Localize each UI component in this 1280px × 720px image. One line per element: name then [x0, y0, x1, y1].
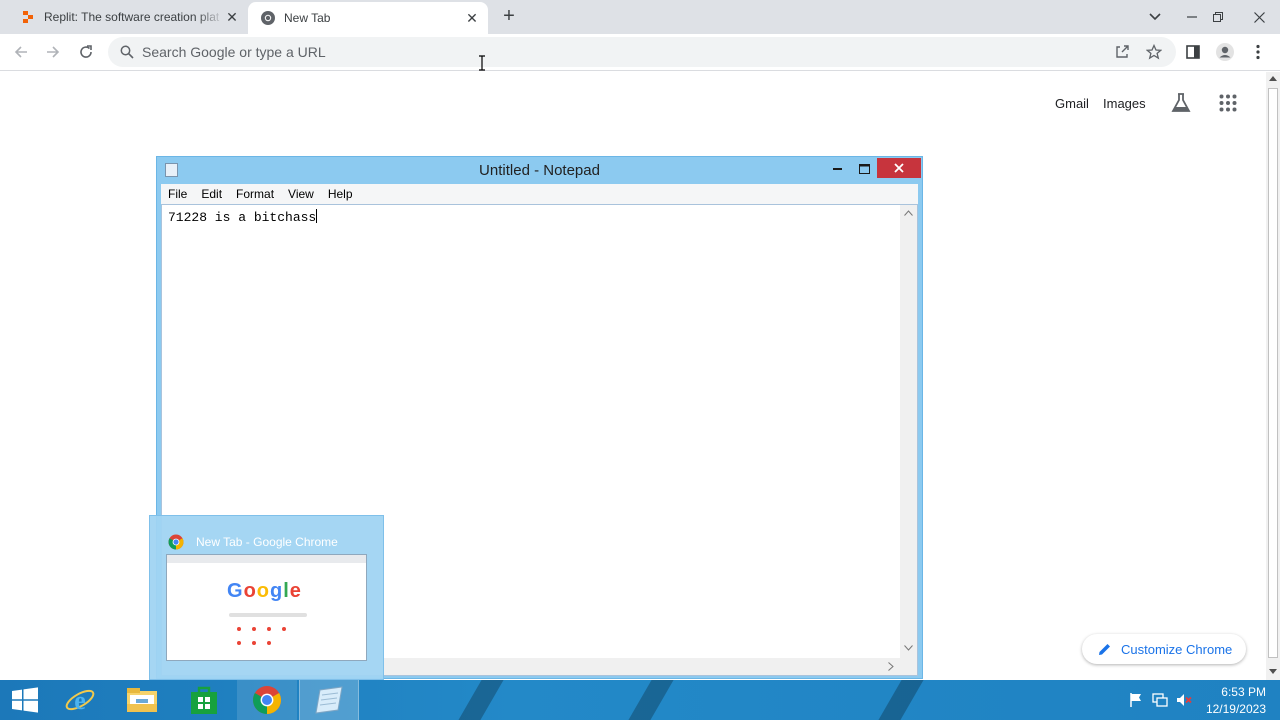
chrome-icon [168, 534, 184, 550]
menu-format[interactable]: Format [229, 187, 281, 201]
chrome-icon [261, 11, 275, 25]
notepad-icon [315, 686, 343, 714]
action-center-flag-icon[interactable] [1128, 692, 1144, 708]
resize-grip-icon[interactable] [900, 658, 917, 675]
close-tab-icon[interactable]: ✕ [224, 9, 240, 25]
clock-time[interactable]: 6:53 PM [1221, 685, 1266, 699]
store-icon [191, 686, 217, 714]
back-button[interactable] [9, 40, 33, 64]
tab-search-icon[interactable] [1139, 0, 1171, 34]
search-input[interactable] [142, 37, 1042, 67]
notepad-content-text: 71228 is a bitchass [168, 210, 317, 225]
images-link[interactable]: Images [1103, 96, 1146, 111]
internet-explorer-icon: e [65, 686, 95, 715]
clock-date[interactable]: 12/19/2023 [1206, 702, 1266, 716]
notepad-maximize-button[interactable] [851, 159, 877, 179]
search-icon [120, 45, 134, 59]
tab-title: Replit: The software creation plat [44, 10, 220, 24]
bookmark-star-icon[interactable] [1146, 44, 1162, 60]
notepad-minimize-button[interactable] [825, 159, 851, 179]
back-arrow-icon [14, 46, 27, 58]
chrome-icon [253, 686, 281, 714]
reload-button[interactable] [74, 40, 98, 64]
gmail-link[interactable]: Gmail [1055, 96, 1089, 111]
taskbar-thumbnail-preview[interactable]: New Tab - Google Chrome Google [149, 515, 384, 680]
chrome-menu-button[interactable] [1246, 40, 1270, 64]
google-doodle-logo: Google [227, 580, 302, 602]
omnibox[interactable] [108, 37, 1176, 67]
pencil-icon [1099, 643, 1110, 655]
side-panel-button[interactable] [1181, 40, 1205, 64]
taskbar-notepad[interactable] [299, 680, 359, 720]
volume-muted-icon[interactable] [1176, 692, 1192, 708]
file-explorer-icon [127, 688, 157, 712]
menu-view[interactable]: View [281, 187, 321, 201]
more-vertical-icon [1256, 44, 1260, 60]
menu-help[interactable]: Help [321, 187, 360, 201]
scroll-right-arrow-icon[interactable] [888, 662, 894, 671]
customize-chrome-label: Customize Chrome [1121, 641, 1233, 657]
browser-toolbar [0, 34, 1280, 71]
tab-title: New Tab [284, 11, 331, 25]
notepad-title-bar[interactable]: Untitled - Notepad [157, 157, 922, 184]
menu-edit[interactable]: Edit [194, 187, 229, 201]
notepad-content[interactable]: 71228 is a bitchass [168, 209, 318, 225]
notepad-close-button[interactable] [877, 158, 921, 178]
text-caret [316, 209, 318, 223]
minimize-icon [833, 168, 842, 170]
taskbar-file-explorer[interactable] [112, 680, 172, 720]
close-icon [894, 163, 904, 173]
scroll-up-arrow-icon[interactable] [904, 210, 913, 216]
notepad-vertical-scrollbar[interactable] [900, 205, 917, 659]
thumbnail-title: New Tab - Google Chrome [196, 535, 338, 549]
text-cursor-icon [479, 55, 485, 71]
svg-text:e: e [74, 686, 86, 715]
scroll-up-arrow-icon[interactable] [1269, 76, 1277, 81]
replit-icon [23, 11, 33, 23]
start-icon [12, 687, 38, 713]
network-icon[interactable] [1152, 692, 1168, 708]
tab-strip: Replit: The software creation plat ✕ New… [0, 0, 1280, 34]
maximize-icon [858, 164, 870, 174]
close-tab-icon[interactable]: ✕ [464, 10, 480, 26]
avatar-icon [1216, 43, 1234, 61]
notepad-menu-bar: File Edit Format View Help [161, 184, 918, 204]
customize-chrome-button[interactable]: Customize Chrome [1082, 634, 1246, 664]
close-window-button[interactable] [1238, 0, 1280, 34]
system-tray: 6:53 PM 12/19/2023 [1120, 680, 1280, 720]
windows-taskbar: e 6:53 PM 12/19/2023 [0, 680, 1280, 720]
taskbar-internet-explorer[interactable]: e [50, 680, 110, 720]
side-panel-icon [1186, 45, 1200, 59]
profile-button[interactable] [1213, 40, 1237, 64]
page-scrollbar[interactable] [1266, 72, 1280, 680]
forward-arrow-icon [47, 46, 60, 58]
scroll-down-arrow-icon[interactable] [1269, 669, 1277, 674]
labs-flask-icon[interactable] [1170, 92, 1192, 114]
notepad-title: Untitled - Notepad [479, 162, 600, 179]
menu-file[interactable]: File [161, 187, 194, 201]
scrollbar-thumb[interactable] [1268, 88, 1278, 658]
share-icon[interactable] [1114, 44, 1130, 60]
start-button[interactable] [0, 680, 50, 720]
tab-replit[interactable]: Replit: The software creation plat ✕ [0, 0, 248, 34]
new-tab-button[interactable]: + [498, 6, 520, 28]
tab-new-tab[interactable]: New Tab ✕ [248, 2, 488, 34]
thumbnail-window-image: Google [166, 554, 367, 661]
restore-window-button[interactable] [1202, 0, 1234, 34]
reload-icon [80, 45, 92, 58]
forward-button[interactable] [41, 40, 65, 64]
scroll-down-arrow-icon[interactable] [904, 645, 913, 651]
taskbar-chrome[interactable] [237, 680, 297, 720]
google-apps-icon[interactable] [1219, 94, 1237, 112]
taskbar-store[interactable] [174, 680, 234, 720]
